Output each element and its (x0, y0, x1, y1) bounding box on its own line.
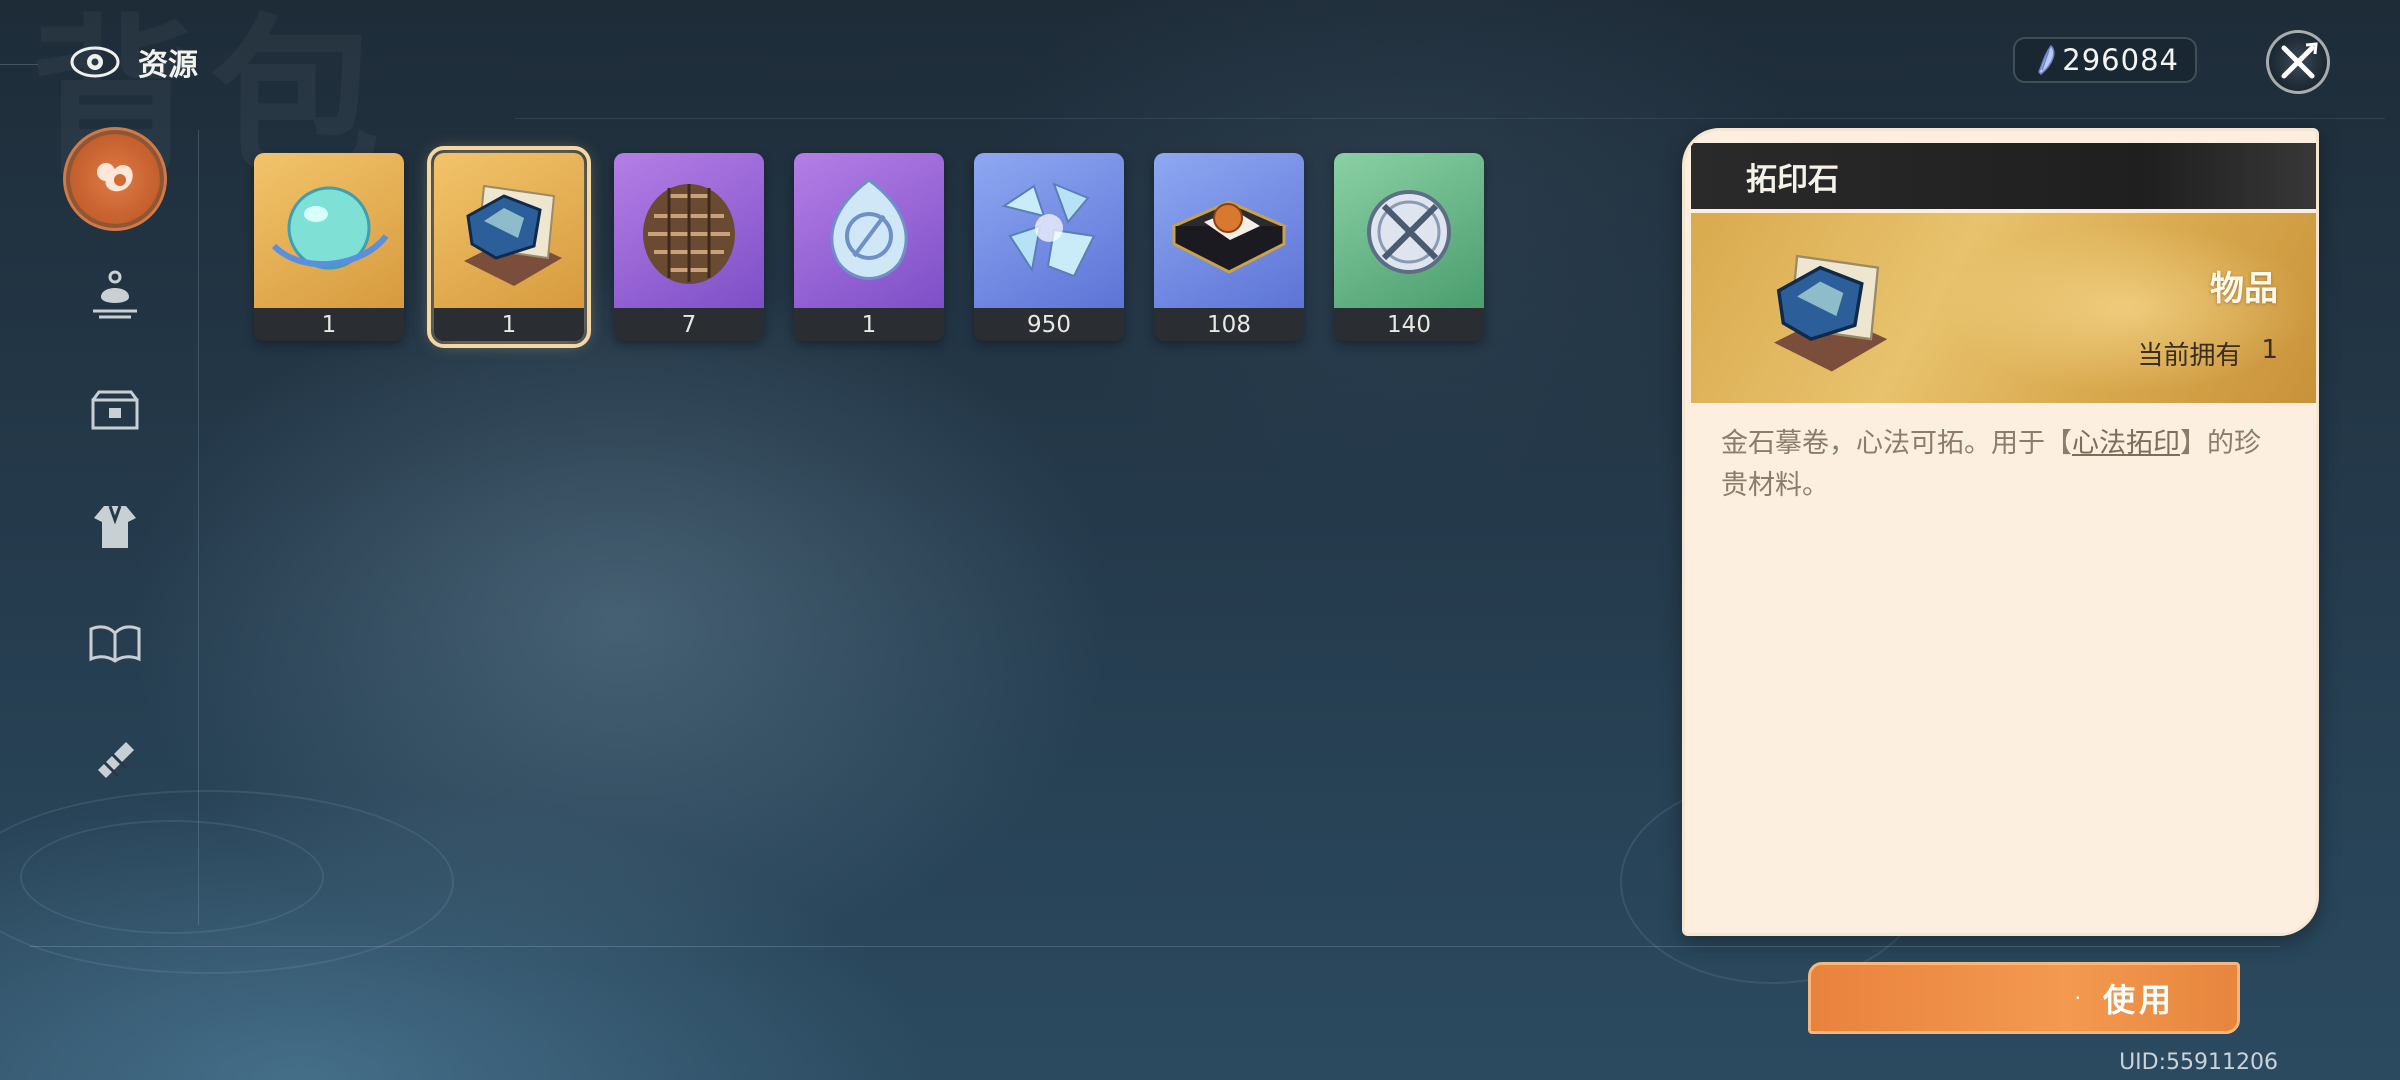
description-text: 金石摹卷，心法可拓。用于【 (1721, 428, 2072, 459)
uid-label: UID:55911206 (2119, 1050, 2278, 1075)
item-slot-crystal-drop[interactable]: 1 (794, 153, 944, 341)
divider-line (198, 130, 199, 925)
sword-token-icon (1367, 189, 1451, 274)
item-count: 950 (974, 308, 1124, 341)
eye-icon[interactable] (70, 45, 120, 79)
currency-value: 296084 (2062, 43, 2179, 77)
pinecone-icon (643, 183, 735, 284)
item-count: 1 (794, 308, 944, 341)
sidebar-item-scroll[interactable] (70, 714, 160, 804)
resource-bag-icon (97, 163, 133, 192)
item-grid: 1 1 7 1 950 108 140 (254, 146, 1484, 348)
crystal-drop-icon (830, 177, 908, 280)
sidebar-item-resources[interactable] (70, 134, 160, 224)
sidebar-item-outfit[interactable] (70, 482, 160, 572)
item-count: 108 (1154, 308, 1304, 341)
item-art (254, 153, 404, 308)
use-button-label: 使用 (2102, 981, 2175, 1019)
currency-display[interactable]: 296084 (2013, 37, 2197, 83)
page-header: 资源 (70, 40, 198, 84)
sidebar-item-food[interactable] (70, 250, 160, 340)
jade-orb-icon (271, 186, 389, 269)
divider-line (30, 946, 2280, 947)
use-button-dot: · (2074, 986, 2081, 1010)
description-link[interactable]: 心法拓印 (2072, 428, 2180, 459)
feather-crystal-icon (2038, 44, 2055, 76)
sidebar-item-chest[interactable] (70, 366, 160, 456)
item-slot-ice-shards[interactable]: 950 (974, 153, 1124, 341)
item-slot-orb-box[interactable]: 108 (1154, 153, 1304, 341)
orb-box-icon (1170, 199, 1288, 274)
detail-header: 拓印石 (1691, 143, 2316, 209)
item-count: 7 (614, 308, 764, 341)
teapot-icon (93, 270, 137, 319)
item-slot-rubbing-stone[interactable]: 1 (427, 146, 591, 348)
divider-line (0, 64, 38, 65)
owned-count: 当前拥有 1 (2137, 335, 2278, 372)
page-title: 资源 (138, 48, 198, 83)
detail-item-name: 拓印石 (1746, 161, 1839, 198)
chest-icon (91, 390, 139, 430)
owned-label: 当前拥有 (2137, 341, 2242, 371)
item-art (974, 153, 1124, 308)
detail-description: 金石摹卷，心法可拓。用于【心法拓印】的珍贵材料。 (1721, 423, 2286, 507)
book-icon (89, 625, 141, 663)
rubbing-stone-icon (464, 184, 562, 286)
close-icon (2281, 42, 2318, 79)
item-art (614, 153, 764, 308)
category-sidebar (70, 134, 160, 830)
item-slot-jade-orb[interactable]: 1 (254, 153, 404, 341)
item-slot-sword-token[interactable]: 140 (1334, 153, 1484, 341)
item-art (794, 153, 944, 308)
owned-value: 1 (2261, 335, 2278, 365)
rubbing-stone-icon (1774, 254, 1888, 372)
item-art (1154, 153, 1304, 308)
item-art (1334, 153, 1484, 308)
divider-line (515, 118, 2385, 119)
item-count: 1 (254, 308, 404, 341)
item-detail-panel: 拓印石 物品 当前拥有 1 金石摹卷，心法可拓。用于【心法拓印】的珍贵材料。 (1682, 128, 2319, 936)
use-button[interactable]: · 使用 (1808, 962, 2240, 1034)
close-button[interactable] (2266, 30, 2330, 94)
robe-icon (94, 505, 136, 548)
item-count: 1 (434, 308, 584, 341)
ice-shards-icon (1001, 181, 1096, 277)
background-ring (20, 820, 324, 934)
item-slot-pinecone[interactable]: 7 (614, 153, 764, 341)
detail-banner: 物品 当前拥有 1 (1691, 213, 2316, 403)
detail-item-type: 物品 (2210, 269, 2278, 309)
item-art (434, 153, 584, 308)
item-count: 140 (1334, 308, 1484, 341)
sidebar-item-book[interactable] (70, 598, 160, 688)
scroll-icon (98, 742, 134, 778)
